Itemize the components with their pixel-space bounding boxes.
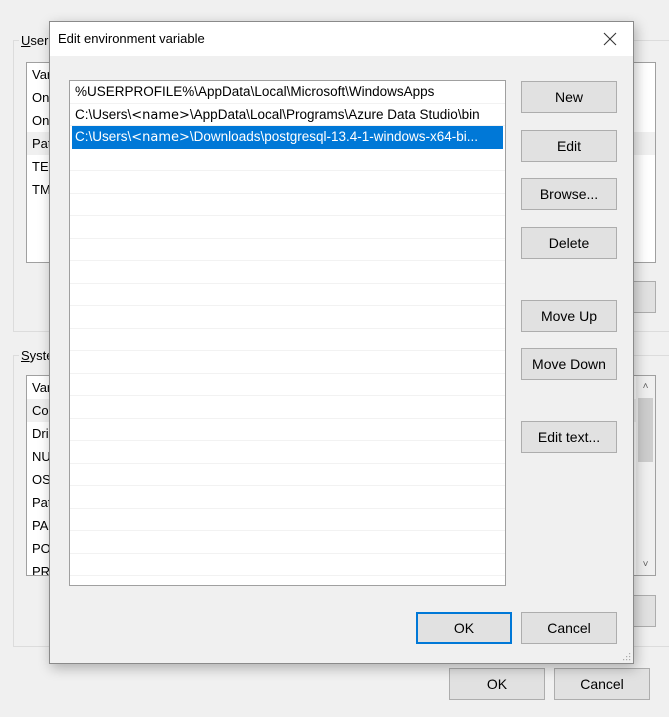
close-icon bbox=[603, 32, 617, 46]
system-list-scrollbar[interactable]: ˄ ˅ bbox=[636, 376, 655, 575]
path-text-prefix: C:\Users\ bbox=[75, 106, 132, 122]
browse-button[interactable]: Browse... bbox=[521, 178, 617, 210]
dialog-titlebar[interactable]: Edit environment variable bbox=[50, 22, 633, 56]
path-list[interactable]: %USERPROFILE%\AppData\Local\Microsoft\Wi… bbox=[69, 80, 506, 586]
path-list-empty-row[interactable] bbox=[70, 419, 505, 441]
edit-button[interactable]: Edit bbox=[521, 130, 617, 162]
path-list-empty-row[interactable] bbox=[70, 486, 505, 509]
cancel-button[interactable]: Cancel bbox=[521, 612, 617, 644]
path-list-empty-row[interactable] bbox=[70, 171, 505, 194]
path-list-empty-row[interactable] bbox=[70, 396, 505, 419]
path-text-prefix: C:\Users\ bbox=[75, 129, 132, 144]
edit-environment-variable-dialog: Edit environment variable %USERPROFILE%\… bbox=[49, 21, 634, 664]
path-list-empty-row[interactable] bbox=[70, 194, 505, 216]
move-up-button[interactable]: Move Up bbox=[521, 300, 617, 332]
path-text-prefix: %USERPROFILE%\AppData\Local\Microsoft\Wi… bbox=[75, 84, 435, 99]
path-text-suffix: \Downloads\postgresql-13.4-1-windows-x64… bbox=[189, 129, 479, 144]
path-list-empty-row[interactable] bbox=[70, 531, 505, 554]
scroll-up-arrow-icon[interactable]: ˄ bbox=[636, 378, 655, 395]
scroll-down-arrow-icon[interactable]: ˅ bbox=[636, 556, 655, 573]
path-list-empty-row[interactable] bbox=[70, 351, 505, 374]
path-text-username: <name> bbox=[131, 130, 190, 145]
path-list-empty-row[interactable] bbox=[70, 239, 505, 261]
path-text-suffix: \AppData\Local\Programs\Azure Data Studi… bbox=[189, 106, 480, 122]
background-ok-button[interactable]: OK bbox=[449, 668, 545, 700]
path-list-empty-row[interactable] bbox=[70, 441, 505, 464]
close-button[interactable] bbox=[587, 22, 633, 56]
path-list-empty-row[interactable] bbox=[70, 464, 505, 486]
path-list-item[interactable]: C:\Users\<name>\AppData\Local\Programs\A… bbox=[70, 104, 505, 126]
ok-button[interactable]: OK bbox=[416, 612, 512, 644]
path-list-empty-row[interactable] bbox=[70, 509, 505, 531]
new-button[interactable]: New bbox=[521, 81, 617, 113]
path-list-empty-row[interactable] bbox=[70, 216, 505, 239]
path-list-empty-row[interactable] bbox=[70, 554, 505, 576]
move-down-button[interactable]: Move Down bbox=[521, 348, 617, 380]
edit-text-button[interactable]: Edit text... bbox=[521, 421, 617, 453]
path-text-username: <name> bbox=[131, 107, 190, 123]
path-list-empty-row[interactable] bbox=[70, 329, 505, 351]
resize-grip-icon[interactable] bbox=[621, 651, 631, 661]
path-list-empty-row[interactable] bbox=[70, 284, 505, 306]
dialog-title: Edit environment variable bbox=[58, 31, 205, 46]
path-list-empty-row[interactable] bbox=[70, 149, 505, 171]
path-list-item[interactable]: %USERPROFILE%\AppData\Local\Microsoft\Wi… bbox=[70, 81, 505, 104]
delete-button[interactable]: Delete bbox=[521, 227, 617, 259]
user-variables-label: User bbox=[19, 33, 51, 48]
path-list-empty-row[interactable] bbox=[70, 374, 505, 396]
path-list-item[interactable]: C:\Users\<name>\Downloads\postgresql-13.… bbox=[72, 126, 503, 149]
scrollbar-thumb[interactable] bbox=[638, 398, 653, 462]
path-list-empty-row[interactable] bbox=[70, 261, 505, 284]
path-list-empty-row[interactable] bbox=[70, 306, 505, 329]
background-cancel-button[interactable]: Cancel bbox=[554, 668, 650, 700]
